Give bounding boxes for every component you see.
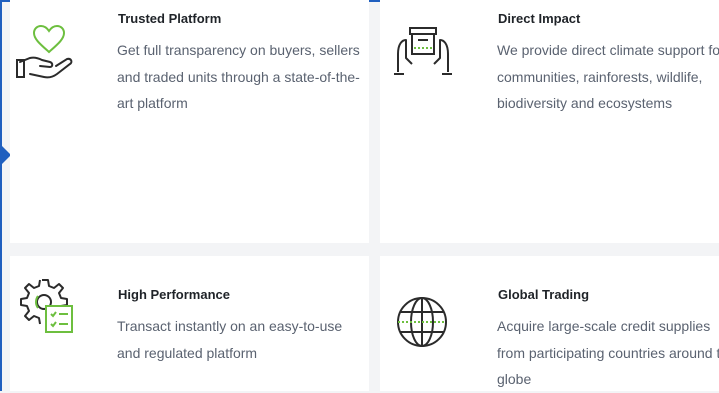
feature-title: Trusted Platform [118,11,222,26]
selection-frame-left [0,0,2,391]
box-hands-icon [394,27,452,75]
feature-card-high-performance: High Performance Transact instantly on a… [10,256,369,391]
heart-hand-icon [16,24,73,79]
feature-description: Get full transparency on buyers, sellers… [117,42,360,111]
feature-title: Direct Impact [498,11,581,26]
feature-description: Acquire large-scale credit supplies from… [497,318,719,387]
feature-card-trusted-platform: Trusted Platform Get full transparency o… [10,0,369,243]
feature-description: We provide direct climate support for co… [497,42,719,111]
feature-title: Global Trading [498,287,590,302]
globe-icon [397,297,447,347]
feature-card-direct-impact: Direct Impact We provide direct climate … [380,0,719,243]
gear-checklist-icon [20,279,73,333]
feature-title: High Performance [118,287,230,302]
feature-description: Transact instantly on an easy-to-use and… [117,318,343,361]
feature-card-global-trading: Global Trading Acquire large-scale credi… [380,256,719,391]
